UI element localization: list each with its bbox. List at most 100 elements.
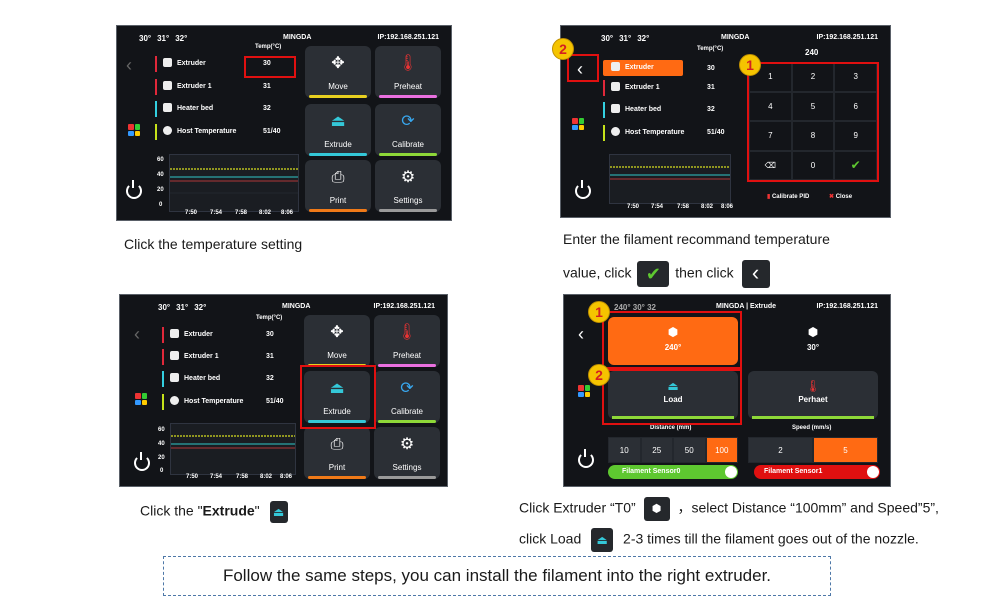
chart-ytick: 60: [158, 427, 165, 433]
distance-option[interactable]: 25: [640, 437, 673, 463]
preheat-button[interactable]: 🌡 Perhaet: [748, 371, 878, 419]
chart-svg: [170, 168, 298, 194]
extruder-icon: ⏏: [269, 501, 288, 523]
ip-label: IP:192.168.251.121: [816, 34, 879, 41]
back-icon: ‹: [741, 260, 770, 288]
back-icon[interactable]: ‹: [126, 56, 132, 74]
temp-row-extruder1[interactable]: Extruder 1 31: [603, 80, 743, 96]
extruder-icon: ⏏: [330, 113, 346, 130]
badge-2: 2: [552, 38, 574, 60]
checkmark-icon: ✔: [637, 261, 670, 287]
tile-move[interactable]: ✥ Move: [305, 46, 371, 98]
tile-print[interactable]: ⎙ Print: [305, 160, 371, 212]
chart-xtick: 7:50: [186, 474, 199, 480]
temp-row-heater-bed[interactable]: Heater bed 32: [603, 102, 743, 118]
chart-xtick: 7:50: [185, 210, 198, 216]
chart-ytick: 60: [157, 157, 164, 163]
temp-row-heater-bed[interactable]: Heater bed 32: [162, 371, 302, 387]
screenshot-keypad: 30° 31° 32° MINGDA IP:192.168.251.121 ‹ Te…: [560, 25, 891, 218]
chart-ytick: 20: [157, 187, 164, 193]
thermometer-icon: 🌡: [805, 379, 821, 393]
tile-preheat[interactable]: 🌡 Preheat: [375, 46, 441, 98]
temperature-chart: [170, 423, 296, 475]
printer-icon: ⎙: [330, 436, 344, 453]
distance-selector: 10 25 50 100: [608, 437, 738, 463]
speed-option[interactable]: 2: [748, 437, 813, 463]
tile-preheat[interactable]: 🌡 Preheat: [374, 315, 440, 367]
power-icon[interactable]: [134, 452, 150, 471]
speed-option-selected[interactable]: 5: [813, 437, 878, 463]
temp-row-host: Host Temperature 51/40: [603, 125, 743, 141]
temp-row-extruder-selected[interactable]: Extruder: [603, 60, 683, 76]
gear-icon: [611, 127, 620, 136]
highlight-keypad: [747, 62, 879, 182]
temp-row-extruder1[interactable]: Extruder 1 31: [155, 79, 295, 95]
toggle-knob: [725, 466, 737, 478]
filament-sensor1-toggle[interactable]: Filament Sensor1: [754, 465, 880, 479]
screenshot-extrude: 240° 30° 32 MINGDA | Extrude IP:192.168.…: [563, 294, 891, 487]
extruder-icon: [163, 58, 172, 67]
apps-icon[interactable]: [135, 393, 147, 405]
power-icon[interactable]: [575, 180, 591, 199]
chart-xtick: 7:58: [677, 204, 690, 210]
temp-row-extruder1[interactable]: Extruder 1 31: [162, 349, 302, 365]
highlight-back: [567, 54, 599, 82]
apps-icon[interactable]: [572, 118, 584, 130]
printer-icon: ⎙: [331, 169, 345, 186]
tile-settings[interactable]: ⚙ Settings: [374, 427, 440, 479]
extruder-icon: [163, 81, 172, 90]
temp-row-host: Host Temperature 51/40: [162, 394, 302, 410]
back-icon[interactable]: ‹: [134, 325, 140, 343]
temp-row-host: Host Temperature 51/40: [155, 124, 295, 140]
apps-icon[interactable]: [578, 385, 590, 397]
chart-ytick: 0: [159, 202, 163, 208]
power-icon[interactable]: [578, 449, 594, 468]
calibrate-pid-button[interactable]: ▮ Calibrate PID: [767, 193, 809, 200]
back-icon[interactable]: ‹: [578, 325, 584, 343]
extruder-icon: [611, 82, 620, 91]
move-icon: ✥: [331, 55, 345, 72]
chart-xtick: 8:02: [259, 210, 272, 216]
tile-settings[interactable]: ⚙ Settings: [375, 160, 441, 212]
apps-icon[interactable]: [128, 124, 140, 136]
temp-row-heater-bed[interactable]: Heater bed 32: [155, 101, 295, 117]
temperature-chart: [609, 154, 731, 204]
badge-1: 1: [739, 54, 761, 76]
tile-print[interactable]: ⎙ Print: [304, 427, 370, 479]
power-icon[interactable]: [126, 180, 142, 199]
tile-calibrate[interactable]: ⟳ Calibrate: [375, 104, 441, 156]
chart-xtick: 8:02: [701, 204, 714, 210]
move-icon: ✥: [330, 324, 344, 341]
chart-xtick: 8:06: [280, 474, 293, 480]
highlight-extrude: [300, 365, 376, 429]
brand-label: MINGDA: [721, 34, 750, 41]
gear-icon: [170, 396, 179, 405]
extruder-icon: [170, 351, 179, 360]
caption-step4b: click Load ⏏ 2-3 times till the filament…: [519, 528, 919, 552]
caption-step4a: Click Extruder “T0” ⬢ ，select Distance “…: [519, 497, 939, 521]
chart-xtick: 7:50: [627, 204, 640, 210]
gear-icon: ⚙: [399, 436, 415, 453]
brand-label: MINGDA | Extrude: [716, 303, 777, 310]
filament-sensor0-toggle[interactable]: Filament Sensor0: [608, 465, 738, 479]
chart-svg: [610, 166, 730, 180]
temp-column-header: Temp(°C): [697, 46, 724, 52]
distance-option[interactable]: 10: [608, 437, 641, 463]
chart-ytick: 40: [157, 172, 164, 178]
tile-move[interactable]: ✥ Move: [304, 315, 370, 367]
chart-xtick: 7:54: [651, 204, 664, 210]
thermometer-icon: 🌡: [396, 324, 418, 341]
caption-step3: Click the "Extrude" ⏏: [140, 501, 288, 523]
temp-row-extruder[interactable]: Extruder 30: [162, 327, 302, 343]
extruder-value: 30: [707, 65, 715, 72]
distance-option[interactable]: 50: [673, 437, 706, 463]
tile-calibrate[interactable]: ⟳ Calibrate: [374, 371, 440, 423]
speed-selector: 2 5: [748, 437, 878, 463]
brand-label: MINGDA: [282, 303, 311, 310]
close-button[interactable]: ✖ Close: [829, 193, 852, 200]
gear-icon: [163, 126, 172, 135]
heater-bed-icon: [611, 104, 620, 113]
extruder-t1-button[interactable]: ⬢ 30°: [748, 317, 878, 365]
distance-option-selected[interactable]: 100: [705, 437, 738, 463]
tile-extrude[interactable]: ⏏ Extrude: [305, 104, 371, 156]
